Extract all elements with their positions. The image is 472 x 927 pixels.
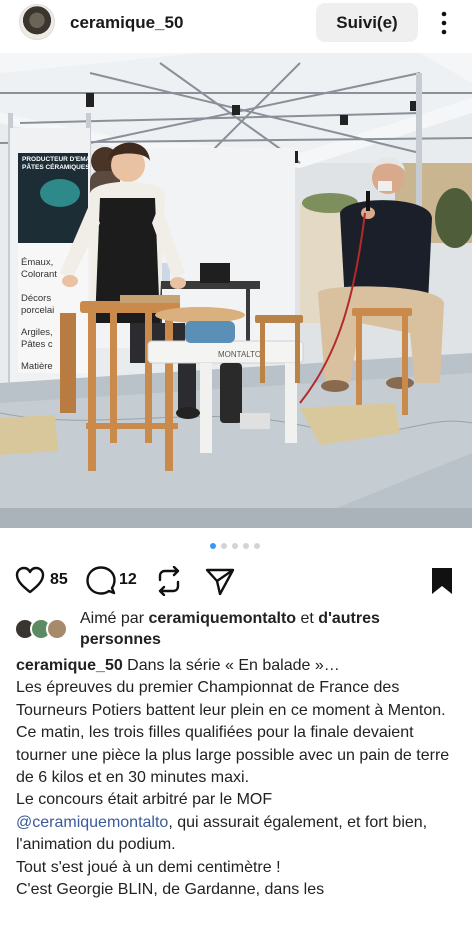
heart-icon[interactable] <box>15 566 45 594</box>
banner-line: Matière <box>21 361 53 372</box>
action-bar: 85 12 <box>0 562 472 598</box>
liked-by-text[interactable]: Aimé par ceramiquemontalto et d'autres p… <box>80 608 460 650</box>
banner-line: Argiles, <box>21 327 53 338</box>
comments-count[interactable]: 12 <box>119 571 137 589</box>
comment-icon[interactable] <box>86 566 116 596</box>
liked-by-middle: et <box>296 610 319 627</box>
banner-line: Colorant <box>21 269 57 280</box>
photo-scene: PRODUCTEUR D'EMAUX PÂTES CÉRAMIQUES ET É… <box>0 53 472 528</box>
banner-line: PRODUCTEUR D'EMAUX <box>22 156 100 163</box>
more-icon[interactable] <box>436 10 452 36</box>
liked-by-user[interactable]: ceramiquemontalto <box>148 610 296 627</box>
banner-line: porcelai <box>21 305 54 316</box>
share-icon[interactable] <box>205 566 235 596</box>
bookmark-icon[interactable] <box>430 566 454 596</box>
banner-line: Décors <box>21 293 51 304</box>
carousel-dot <box>254 543 260 549</box>
wheel-label: MONTALTO <box>218 350 261 359</box>
caption-text: C'est Georgie BLIN, de Gardanne, dans le… <box>16 881 325 899</box>
banner-line: Émaux, <box>21 257 53 268</box>
liked-by-prefix: Aimé par <box>80 610 149 627</box>
carousel-dot <box>221 543 227 549</box>
post-caption: ceramique_50 Dans la série « En balade »… <box>16 655 462 901</box>
liked-by[interactable]: Aimé par ceramiquemontalto et d'autres p… <box>14 608 464 652</box>
follow-button[interactable]: Suivi(e) <box>316 3 418 42</box>
carousel-dot <box>232 543 238 549</box>
caption-text: Ce matin, les trois filles qualifiées po… <box>16 724 450 787</box>
carousel-indicator <box>210 543 270 551</box>
repost-icon[interactable] <box>156 566 182 596</box>
carousel-dot <box>243 543 249 549</box>
profile-avatar[interactable] <box>19 4 55 40</box>
post-photo[interactable]: PRODUCTEUR D'EMAUX PÂTES CÉRAMIQUES ET É… <box>0 53 472 528</box>
banner-line: PÂTES CÉRAMIQUES ET <box>22 162 100 171</box>
liker-avatar <box>46 618 68 640</box>
banner-line: Pâtes c <box>21 339 53 350</box>
post-header: ceramique_50 Suivi(e) <box>0 0 472 50</box>
caption-text: Le concours était arbitré par le MOF <box>16 791 273 809</box>
caption-text: Tout s'est joué à un demi centimètre ! <box>16 858 281 876</box>
caption-username[interactable]: ceramique_50 <box>16 657 123 674</box>
profile-username[interactable]: ceramique_50 <box>70 13 183 33</box>
caption-text: Dans la série « En balade »… <box>122 657 340 674</box>
caption-text: Les épreuves du premier Championnat de F… <box>16 679 446 719</box>
caption-mention[interactable]: @ceramiquemontalto <box>16 814 168 831</box>
carousel-dot <box>210 543 216 549</box>
likes-count[interactable]: 85 <box>50 571 68 589</box>
